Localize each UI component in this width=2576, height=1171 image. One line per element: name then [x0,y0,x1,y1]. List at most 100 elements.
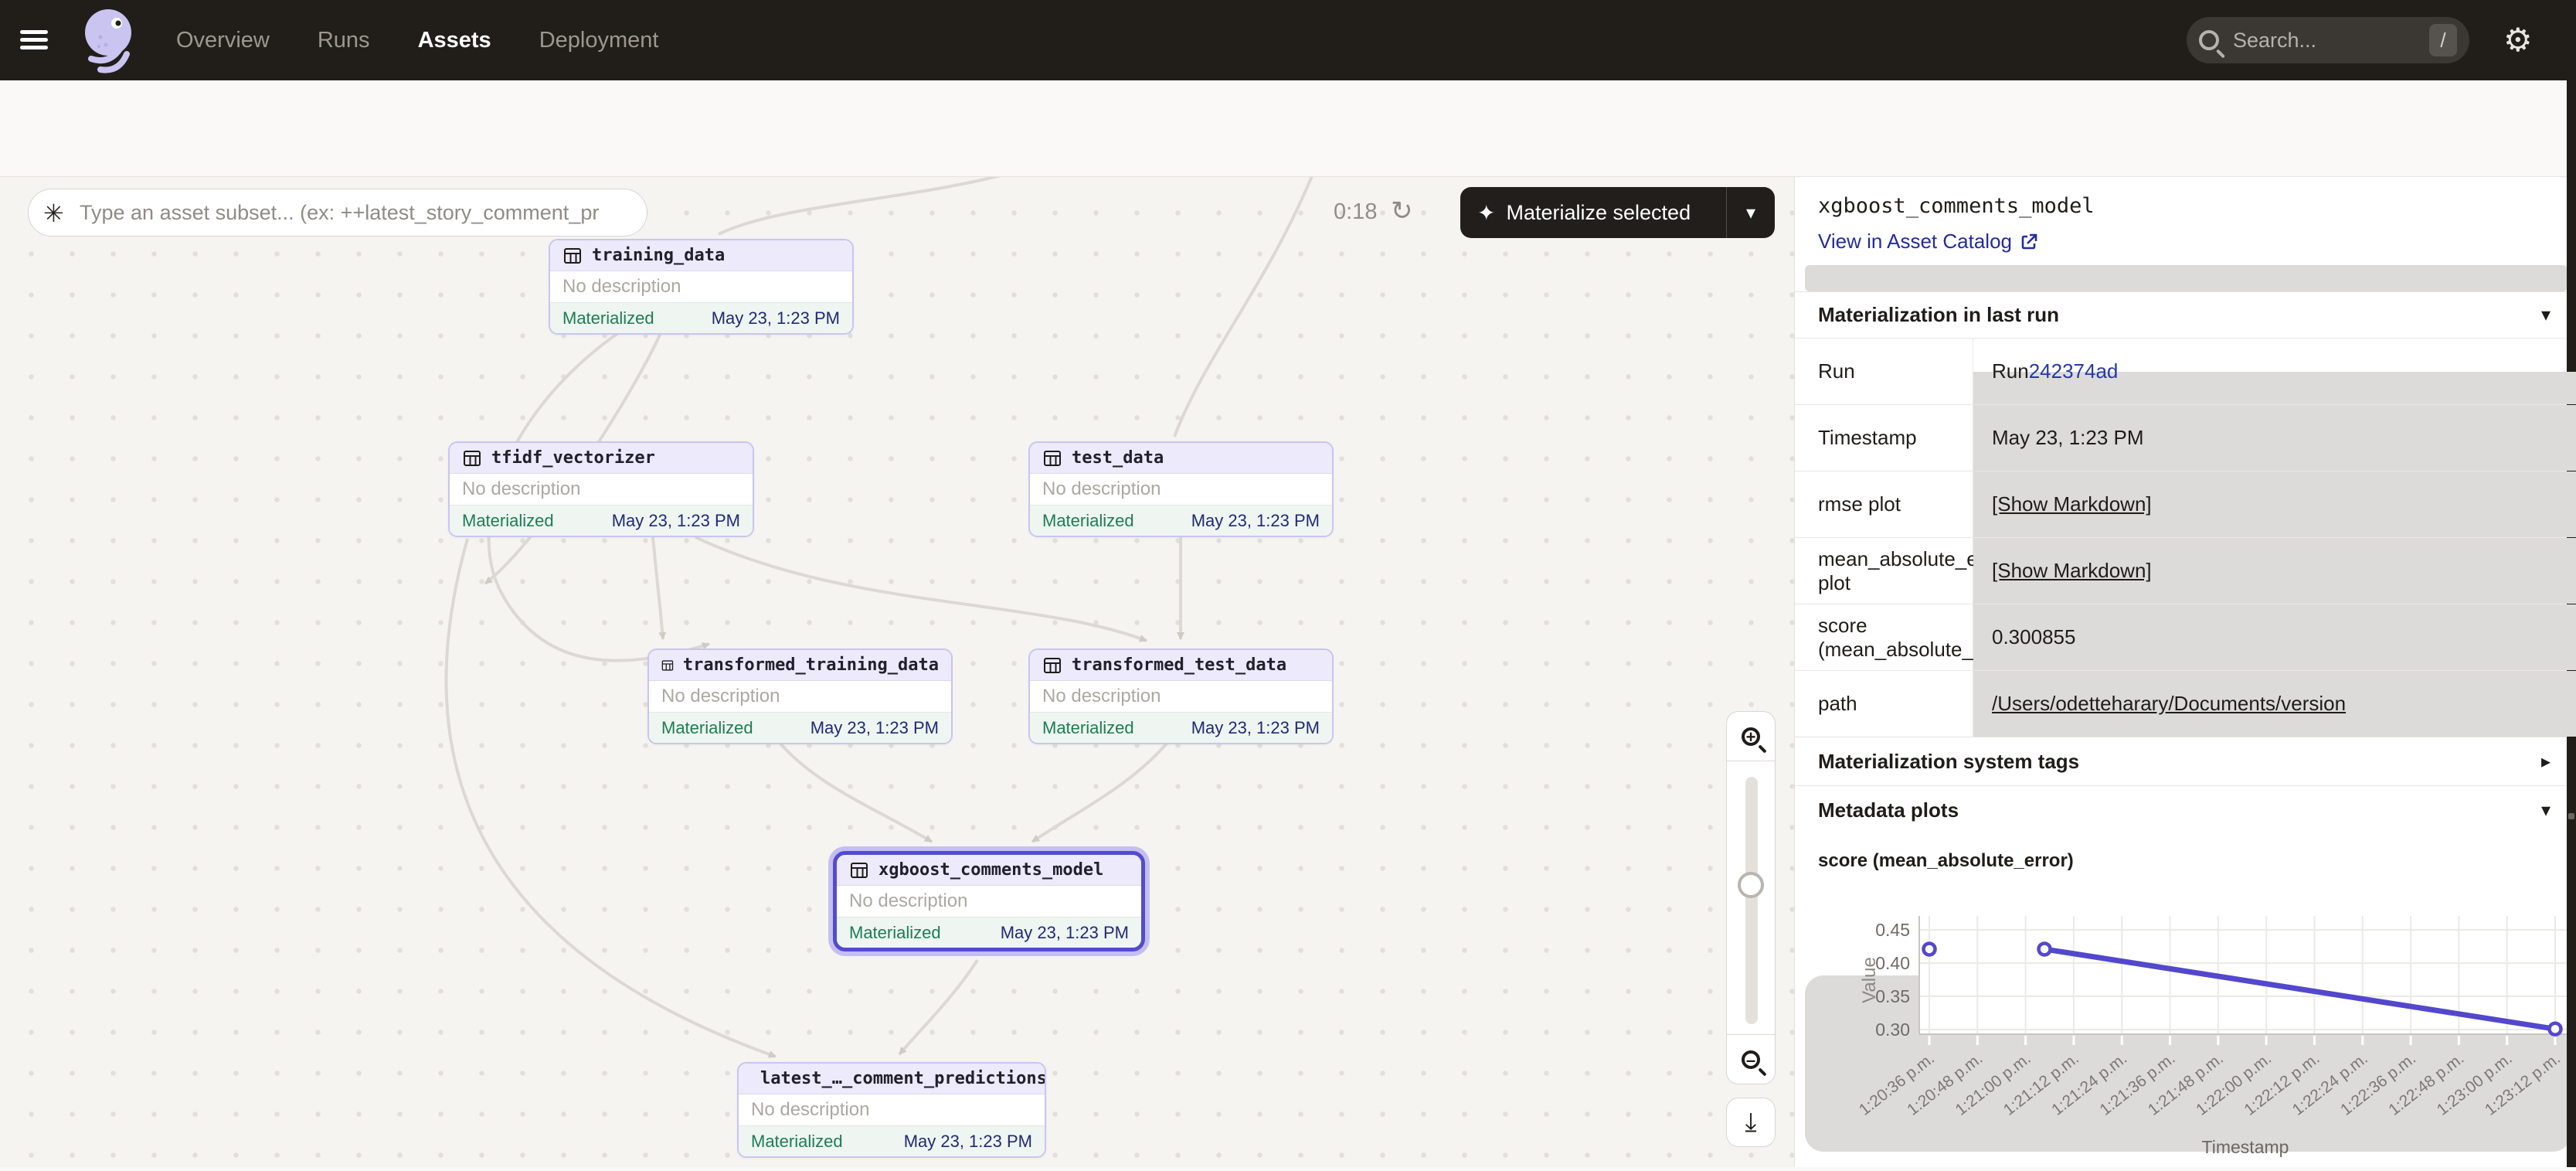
table-icon [562,247,583,265]
svg-text:0.40: 0.40 [1875,953,1910,973]
materialization-timestamp[interactable]: May 23, 1:23 PM [1191,718,1320,738]
zoom-in-button[interactable]: + [1727,712,1775,761]
table-row: score (mean_absolute_error) 0.300855 [1795,604,2576,670]
lineage-edge [1174,177,1313,437]
materialization-timestamp[interactable]: May 23, 1:23 PM [612,511,740,531]
metadata-key: score (mean_absolute_error) [1795,604,1973,670]
download-image-button[interactable]: ⤓ [1726,1098,1776,1147]
dagster-logo[interactable] [80,8,139,76]
lineage-edge [719,177,1012,234]
asset-node[interactable]: latest_…_comment_predictionsNo descripti… [737,1062,1046,1158]
materialize-dropdown-caret[interactable]: ▾ [1727,202,1775,224]
gear-icon[interactable]: ⚙︎ [2503,23,2533,57]
status-badge: Materialized [562,308,654,328]
lineage-edge [695,537,1147,641]
section-materialization-system-tags[interactable]: Materialization system tags ▸ [1795,737,2576,785]
table-icon [462,449,482,468]
asset-description: No description [450,474,753,505]
svg-text:0.45: 0.45 [1875,920,1910,940]
status-badge: Materialized [1042,718,1134,738]
asset-node[interactable]: xgboost_comments_modelNo descriptionMate… [833,851,1145,951]
lineage-edge [899,960,977,1054]
asset-name: transformed_test_data [1072,655,1286,675]
metadata-value: May 23, 1:23 PM [1973,405,2576,471]
zoom-out-button[interactable]: – [1727,1034,1775,1084]
asset-node[interactable]: tfidf_vectorizerNo descriptionMaterializ… [448,441,754,537]
metadata-value-link[interactable]: [Show Markdown] [1992,559,2152,583]
zoom-slider-thumb[interactable] [1738,872,1764,898]
materialization-timestamp[interactable]: May 23, 1:23 PM [712,308,840,328]
table-row: RunRun 242374ad [1795,338,2576,404]
nav-item-overview[interactable]: Overview [176,28,270,53]
nav-item-deployment[interactable]: Deployment [539,28,659,53]
svg-text:0.35: 0.35 [1875,986,1910,1006]
run-id-link[interactable]: 242374ad [2029,359,2119,383]
table-icon [1042,656,1062,675]
asset-description: No description [739,1094,1045,1125]
metadata-value: [Show Markdown] [1973,471,2576,537]
lineage-edge [446,539,776,1057]
asset-node[interactable]: transformed_test_dataNo descriptionMater… [1028,648,1334,744]
materialization-timestamp[interactable]: May 23, 1:23 PM [1001,923,1129,943]
metadata-table: RunRun 242374adTimestampMay 23, 1:23 PMr… [1795,338,2576,737]
refresh-icon[interactable]: ↻ [1391,196,1413,226]
panel-asset-title: xgboost_comments_model [1818,194,2095,218]
table-row: TimestampMay 23, 1:23 PM [1795,404,2576,471]
svg-text:Value: Value [1859,957,1880,1003]
asset-node[interactable]: training_dataNo descriptionMaterializedM… [549,239,854,335]
metadata-value: 0.300855 [1973,604,2576,670]
zoom-in-icon: + [1742,727,1760,746]
score-line-chart: 0.300.350.400.45Value1:20:36 p.m.1:20:48… [1795,881,2576,1167]
global-search[interactable]: / [2187,17,2469,63]
lineage-edge [653,537,663,639]
asset-node-footer: Materialized May 23, 1:23 PM [649,712,951,743]
asset-node-header: transformed_test_data [1030,650,1332,681]
asset-node-footer: Materialized May 23, 1:23 PM [1030,712,1332,743]
materialize-selected-button[interactable]: ✦ Materialize selected ▾ [1460,187,1775,238]
metadata-value-link[interactable]: [Show Markdown] [1992,492,2152,516]
metadata-value: [Show Markdown] [1973,538,2576,604]
asset-node-footer: MaterializedMay 23, 1:23 PM [739,1125,1045,1156]
nav-item-assets[interactable]: Assets [418,28,491,53]
metadata-value-link[interactable]: /Users/odetteharary/Documents/version [1992,692,2346,716]
materialization-timestamp[interactable]: May 23, 1:23 PM [1191,511,1320,531]
metadata-value-text: 0.300855 [1992,625,2075,649]
materialization-timestamp[interactable]: May 23, 1:23 PM [904,1132,1032,1152]
sparkle-icon: ✦ [1477,200,1495,226]
asset-name: test_data [1072,448,1164,468]
asset-description: No description [837,886,1141,917]
asset-node[interactable]: transformed_training_dataNo descriptionM… [647,648,953,744]
asset-description: No description [649,681,951,712]
refresh-timer: 0:18 [1334,199,1377,225]
status-badge: Materialized [1042,511,1134,531]
table-row: rmse plot[Show Markdown] [1795,471,2576,537]
asset-name: transformed_training_data [683,655,939,675]
asset-node[interactable]: test_dataNo descriptionMaterializedMay 2… [1028,441,1334,537]
chevron-down-icon: ▾ [2541,799,2551,822]
svg-text:0.30: 0.30 [1875,1020,1910,1040]
status-badge: Materialized [661,718,753,738]
zoom-out-icon: – [1742,1050,1760,1069]
page-header: Global Asset Lineage ↻ Reload definition… [0,80,2576,177]
chevron-right-icon: ▸ [2541,751,2551,773]
asset-node-footer: Materialized May 23, 1:23 PM [550,302,852,333]
metadata-key: path [1795,671,1973,737]
search-icon [2199,30,2219,50]
asset-graph-canvas[interactable]: training_data No description Materialized M… [0,177,1794,1167]
zoom-slider[interactable] [1745,777,1758,1024]
section-metadata-plots[interactable]: Metadata plots ▾ [1795,785,2576,835]
external-link-icon [2020,233,2038,251]
asset-subset-filter-input[interactable] [28,189,647,237]
materialization-timestamp[interactable]: May 23, 1:23 PM [811,718,939,738]
asset-details-panel: xgboost_comments_model View in Asset Cat… [1794,177,2576,1167]
svg-text:Timestamp: Timestamp [2202,1137,2289,1157]
metadata-key: Timestamp [1795,405,1973,471]
hamburger-menu-icon[interactable] [20,26,48,54]
view-in-asset-catalog-link[interactable]: View in Asset Catalog [1818,230,2038,254]
asset-node-header: latest_…_comment_predictions [739,1064,1045,1094]
asset-node-header: training_data [550,240,852,271]
section-materialization-in-last-run[interactable]: Materialization in last run ▾ [1795,291,2576,338]
asset-name: xgboost_comments_model [878,860,1103,880]
nav-item-runs[interactable]: Runs [318,28,370,53]
search-input[interactable] [2233,29,2372,53]
